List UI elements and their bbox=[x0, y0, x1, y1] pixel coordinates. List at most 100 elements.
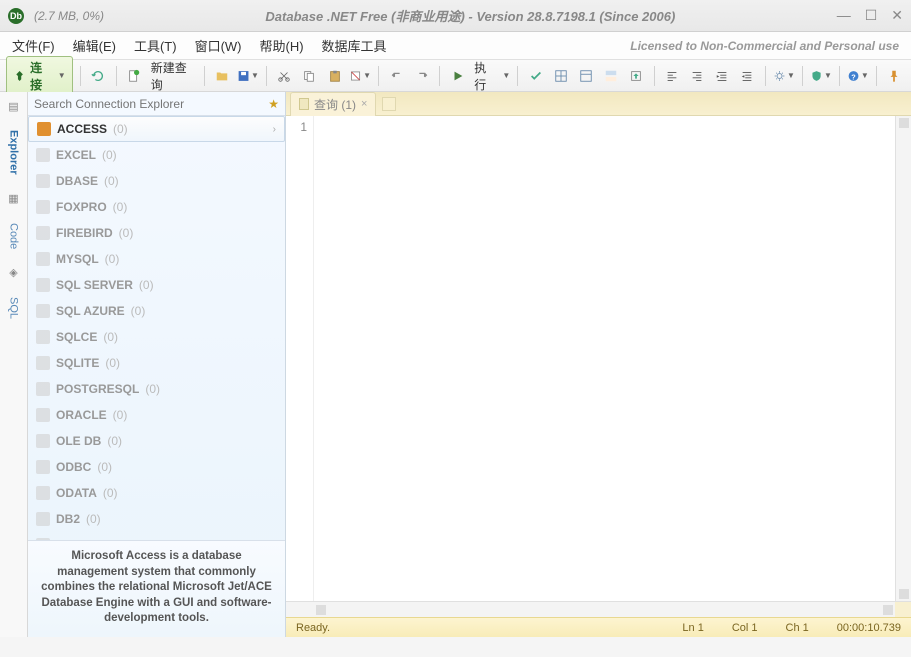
db-item-odata[interactable]: ODATA (0) bbox=[28, 480, 285, 506]
open-button[interactable] bbox=[212, 65, 233, 87]
menu-window[interactable]: 窗口(W) bbox=[195, 36, 242, 55]
menu-database-tools[interactable]: 数据库工具 bbox=[322, 36, 387, 55]
export-button[interactable] bbox=[626, 65, 647, 87]
settings-button[interactable]: ▼ bbox=[773, 65, 795, 87]
connect-button[interactable]: 连接 ▼ bbox=[6, 56, 73, 96]
license-text: Licensed to Non-Commercial and Personal … bbox=[630, 39, 899, 53]
database-icon bbox=[36, 174, 50, 188]
outdent-button[interactable] bbox=[737, 65, 758, 87]
sql-icon[interactable]: ◈ bbox=[6, 265, 22, 281]
align-right-button[interactable] bbox=[687, 65, 708, 87]
db-name: DB2 bbox=[56, 512, 80, 526]
clear-button[interactable]: ▼ bbox=[349, 65, 371, 87]
new-query-label[interactable]: 新建查询 bbox=[151, 59, 197, 93]
dropdown-icon: ▼ bbox=[58, 71, 66, 80]
menu-edit[interactable]: 编辑(E) bbox=[73, 36, 116, 55]
indent-button[interactable] bbox=[712, 65, 733, 87]
editor-tab-label: 查询 (1) bbox=[314, 96, 356, 113]
editor-tab-row: 查询 (1) × bbox=[286, 92, 911, 116]
db-item-mysql[interactable]: MYSQL (0) bbox=[28, 246, 285, 272]
database-icon bbox=[36, 200, 50, 214]
close-tab-icon[interactable]: × bbox=[361, 98, 367, 110]
db-item-foxpro[interactable]: FOXPRO (0) bbox=[28, 194, 285, 220]
db-count: (0) bbox=[121, 538, 136, 540]
explorer-icon[interactable]: ▤ bbox=[6, 98, 22, 114]
db-name: ODATA bbox=[56, 486, 97, 500]
shield-button[interactable]: ▼ bbox=[810, 65, 832, 87]
db-item-dbase[interactable]: DBASE (0) bbox=[28, 168, 285, 194]
menu-help[interactable]: 帮助(H) bbox=[260, 36, 304, 55]
dropdown-icon[interactable]: ▼ bbox=[502, 71, 510, 80]
editor-tab[interactable]: 查询 (1) × bbox=[290, 92, 376, 116]
db-count: (0) bbox=[102, 148, 117, 162]
execute-label[interactable]: 执行 bbox=[474, 59, 497, 93]
db-item-sqlite[interactable]: SQLITE (0) bbox=[28, 350, 285, 376]
db-count: (0) bbox=[86, 512, 101, 526]
db-item-odbc[interactable]: ODBC (0) bbox=[28, 454, 285, 480]
db-item-postgresql[interactable]: POSTGRESQL (0) bbox=[28, 376, 285, 402]
pin-button[interactable] bbox=[884, 65, 905, 87]
tab-code[interactable]: Code bbox=[4, 215, 24, 257]
menu-tools[interactable]: 工具(T) bbox=[134, 36, 177, 55]
document-icon bbox=[299, 98, 309, 110]
results-icon bbox=[604, 69, 618, 83]
results-button[interactable] bbox=[600, 65, 621, 87]
database-icon bbox=[36, 408, 50, 422]
undo-button[interactable] bbox=[386, 65, 407, 87]
cut-button[interactable] bbox=[274, 65, 295, 87]
db-item-excel[interactable]: EXCEL (0) bbox=[28, 142, 285, 168]
grid-button-1[interactable] bbox=[550, 65, 571, 87]
minimize-button[interactable]: — bbox=[837, 7, 851, 24]
window-title: Database .NET Free (非商业用途) - Version 28.… bbox=[104, 6, 837, 25]
undo-icon bbox=[390, 69, 404, 83]
code-editor[interactable] bbox=[314, 116, 895, 601]
tab-explorer[interactable]: Explorer bbox=[4, 122, 24, 183]
db-item-sql-azure[interactable]: SQL AZURE (0) bbox=[28, 298, 285, 324]
copy-button[interactable] bbox=[299, 65, 320, 87]
database-icon bbox=[36, 226, 50, 240]
paste-button[interactable] bbox=[324, 65, 345, 87]
db-count: (0) bbox=[113, 200, 128, 214]
dropdown-icon: ▼ bbox=[251, 71, 259, 80]
check-button[interactable] bbox=[525, 65, 546, 87]
tab-sql[interactable]: SQL bbox=[4, 289, 24, 327]
db-name: SQL AZURE bbox=[56, 304, 125, 318]
db-item-firebird[interactable]: FIREBIRD (0) bbox=[28, 220, 285, 246]
redo-button[interactable] bbox=[411, 65, 432, 87]
db-name: SQLCE bbox=[56, 330, 97, 344]
db-count: (0) bbox=[107, 434, 122, 448]
search-input[interactable] bbox=[34, 97, 264, 111]
close-button[interactable]: ✕ bbox=[891, 7, 903, 24]
refresh-button[interactable] bbox=[88, 65, 109, 87]
save-button[interactable]: ▼ bbox=[237, 65, 259, 87]
status-time: 00:00:10.739 bbox=[837, 622, 901, 634]
vertical-scrollbar[interactable] bbox=[895, 116, 911, 601]
execute-button[interactable] bbox=[447, 65, 468, 87]
db-item-oracle[interactable]: ORACLE (0) bbox=[28, 402, 285, 428]
align-left-button[interactable] bbox=[662, 65, 683, 87]
database-list[interactable]: ACCESS (0)›EXCEL (0)DBASE (0)FOXPRO (0)F… bbox=[28, 116, 285, 540]
horizontal-scrollbar[interactable] bbox=[314, 602, 895, 617]
db-count: (0) bbox=[145, 382, 160, 396]
db-item-ole-db[interactable]: OLE DB (0) bbox=[28, 428, 285, 454]
help-button[interactable]: ?▼ bbox=[847, 65, 869, 87]
new-query-button[interactable] bbox=[124, 65, 145, 87]
favorite-icon[interactable]: ★ bbox=[268, 97, 279, 111]
menu-file[interactable]: 文件(F) bbox=[12, 36, 55, 55]
db-name: EXCEL bbox=[56, 148, 96, 162]
title-bar: Db (2.7 MB, 0%) Database .NET Free (非商业用… bbox=[0, 0, 911, 32]
status-ready: Ready. bbox=[296, 622, 330, 634]
db-item-informix[interactable]: INFORMIX (0) bbox=[28, 532, 285, 540]
shield-icon bbox=[810, 69, 823, 83]
db-item-sqlce[interactable]: SQLCE (0) bbox=[28, 324, 285, 350]
code-icon[interactable]: ▦ bbox=[6, 191, 22, 207]
eraser-icon bbox=[349, 69, 362, 83]
save-icon bbox=[237, 69, 250, 83]
maximize-button[interactable]: ☐ bbox=[865, 7, 878, 24]
status-line: Ln 1 bbox=[682, 622, 703, 634]
db-item-db2[interactable]: DB2 (0) bbox=[28, 506, 285, 532]
grid-button-2[interactable] bbox=[575, 65, 596, 87]
db-item-access[interactable]: ACCESS (0)› bbox=[28, 116, 285, 142]
db-item-sql-server[interactable]: SQL SERVER (0) bbox=[28, 272, 285, 298]
add-tab-button[interactable] bbox=[382, 97, 396, 111]
